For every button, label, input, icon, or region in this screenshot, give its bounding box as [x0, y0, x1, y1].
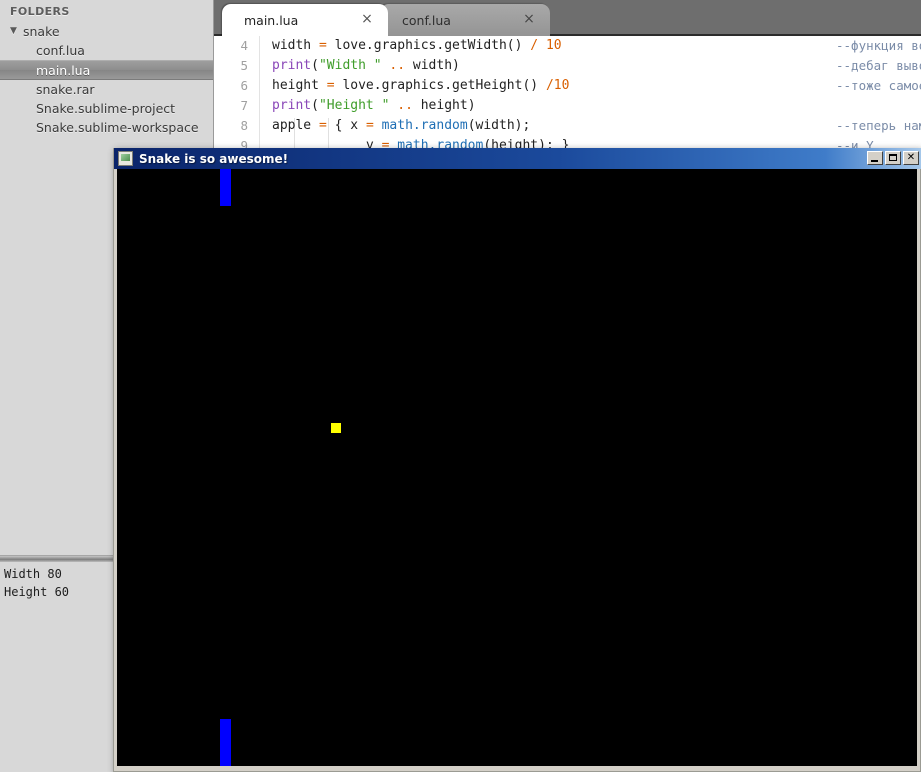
code-comment: --функция возвращает длину окна на данны…	[836, 38, 921, 53]
sidebar-item-main-lua[interactable]: main.lua	[0, 60, 213, 80]
sidebar-item-label: main.lua	[36, 62, 91, 78]
apple	[331, 423, 341, 433]
code-line-5: print("Width " .. width)	[272, 58, 460, 73]
sidebar-folder-snake[interactable]: ▼ snake	[0, 22, 213, 41]
game-window[interactable]: Snake is so awesome! ✕	[113, 148, 921, 772]
tab-main-lua[interactable]: main.lua ×	[222, 4, 388, 36]
app-window-icon	[118, 151, 133, 166]
close-button[interactable]: ✕	[903, 151, 919, 165]
sidebar-item-sublime-workspace[interactable]: Snake.sublime-workspace	[0, 118, 213, 137]
game-window-title: Snake is so awesome!	[139, 151, 289, 166]
snake-segment	[220, 719, 231, 766]
code-line-4: width = love.graphics.getWidth() / 10	[272, 38, 562, 53]
sidebar-item-label: conf.lua	[36, 43, 85, 58]
code-line-7: print("Height " .. height)	[272, 98, 476, 113]
sidebar-folder-label: snake	[23, 24, 60, 39]
triangle-down-icon[interactable]: ▼	[10, 27, 23, 36]
sidebar-item-label: snake.rar	[36, 82, 95, 97]
sidebar-item-conf-lua[interactable]: conf.lua	[0, 41, 213, 60]
tab-conf-lua[interactable]: conf.lua ×	[380, 4, 550, 36]
tab-bar: main.lua × conf.lua ×	[214, 0, 921, 36]
snake-segment	[220, 169, 231, 206]
code-comment: --теперь нам нужно яблоко, генерируем X-…	[836, 118, 921, 133]
line-number: 5	[240, 58, 248, 73]
sidebar-item-sublime-project[interactable]: Snake.sublime-project	[0, 99, 213, 118]
sidebar-item-label: Snake.sublime-project	[36, 101, 176, 116]
sidebar-item-snake-rar[interactable]: snake.rar	[0, 80, 213, 99]
tab-label: main.lua	[244, 12, 299, 28]
code-comment: --тоже самое но с высотой	[836, 78, 921, 93]
close-icon[interactable]: ×	[522, 12, 536, 26]
code-comment	[836, 96, 921, 116]
code-line-8: apple = { x = math.random(width);	[272, 118, 531, 133]
game-title-bar[interactable]: Snake is so awesome! ✕	[114, 148, 921, 169]
close-icon[interactable]: ×	[360, 12, 374, 26]
tab-label: conf.lua	[402, 12, 451, 28]
sidebar-heading: FOLDERS	[10, 5, 70, 18]
window-controls: ✕	[867, 151, 919, 165]
maximize-button[interactable]	[885, 151, 901, 165]
minimize-button[interactable]	[867, 151, 883, 165]
line-number: 4	[240, 38, 248, 53]
sidebar-item-label: Snake.sublime-workspace	[36, 120, 199, 135]
game-canvas[interactable]	[117, 169, 917, 766]
line-number: 8	[240, 118, 248, 133]
code-comment: --дебаг вывод	[836, 58, 921, 73]
line-number: 6	[240, 78, 248, 93]
line-number: 7	[240, 98, 248, 113]
code-line-6: height = love.graphics.getHeight() /10	[272, 78, 570, 93]
